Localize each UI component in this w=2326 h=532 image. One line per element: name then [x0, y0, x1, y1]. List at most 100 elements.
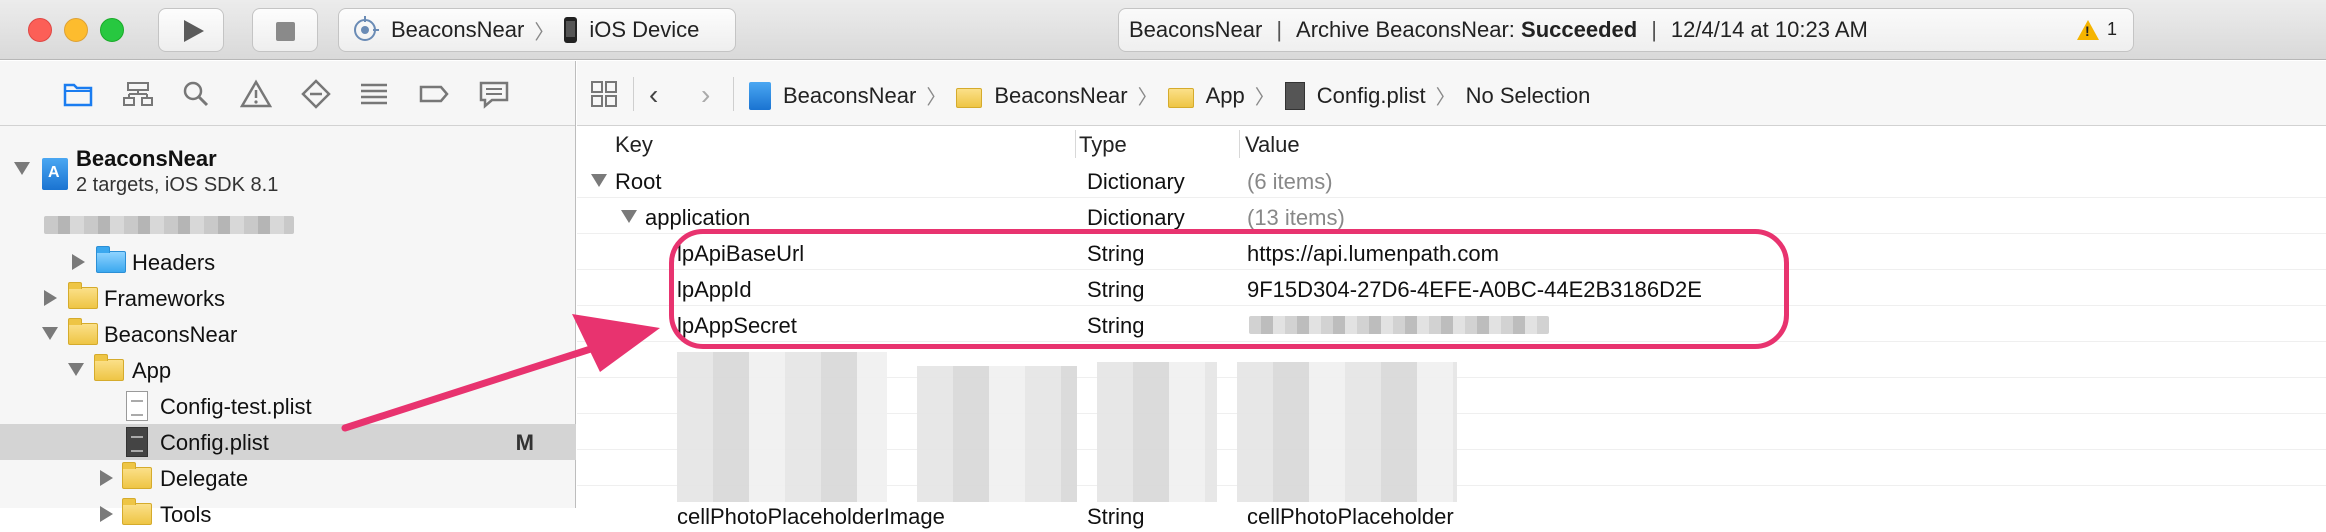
warning-indicator[interactable]: 1 — [2076, 19, 2117, 40]
scheme-destination-label: iOS Device — [589, 17, 700, 42]
table-row[interactable]: Root Dictionary (6 items) — [577, 162, 2326, 198]
redacted-item — [0, 208, 576, 244]
row-type: String — [1087, 241, 1145, 266]
breadcrumb-file[interactable]: Config.plist 〉 — [1284, 81, 1466, 110]
stop-button[interactable] — [252, 8, 318, 52]
activity-status: Succeeded — [1521, 17, 1638, 42]
project-subtitle: 2 targets, iOS SDK 8.1 — [76, 174, 279, 196]
nav-item-tools[interactable]: Tools — [0, 496, 576, 532]
nav-item-config-plist[interactable]: Config.plist M — [0, 424, 576, 460]
row-key: lpAppSecret — [677, 313, 797, 338]
related-items-icon[interactable] — [591, 81, 617, 107]
folder-icon — [96, 246, 126, 273]
folder-icon — [94, 354, 124, 381]
row-type: String — [1087, 313, 1145, 338]
chevron-right-icon: 〉 — [1435, 87, 1456, 109]
plist-file-icon — [1284, 81, 1305, 110]
nav-item-label: BeaconsNear — [104, 322, 238, 347]
forward-button[interactable]: › — [701, 79, 710, 111]
debug-icon[interactable] — [358, 79, 390, 109]
play-icon — [184, 20, 204, 42]
minimize-window-button[interactable] — [64, 18, 88, 42]
nav-item-frameworks[interactable]: Frameworks — [0, 280, 576, 316]
folder-icon — [956, 87, 983, 108]
column-divider[interactable] — [1239, 130, 1240, 158]
row-type: Dictionary — [1087, 205, 1185, 230]
breadcrumb: BeaconsNear 〉 BeaconsNear 〉 App 〉 Config… — [749, 81, 1590, 110]
chevron-right-icon: 〉 — [1137, 87, 1158, 109]
scheme-project-label: BeaconsNear — [391, 17, 525, 42]
warning-icon — [2076, 19, 2099, 40]
disclosure-triangle-icon[interactable] — [621, 210, 637, 223]
nav-item-headers[interactable]: Headers — [0, 244, 576, 280]
nav-item-app[interactable]: App — [0, 352, 576, 388]
xcode-project-icon — [749, 81, 771, 110]
test-icon[interactable] — [300, 79, 332, 109]
jump-bar: ‹ › BeaconsNear 〉 BeaconsNear 〉 App 〉 Co… — [577, 61, 2326, 126]
row-value: (13 items) — [1247, 205, 1345, 230]
table-row[interactable]: lpAppSecret String — [577, 306, 2326, 342]
activity-viewer: BeaconsNear | Archive BeaconsNear: Succe… — [1118, 8, 2134, 52]
breadcrumb-label: BeaconsNear — [994, 82, 1128, 108]
table-row[interactable]: lpApiBaseUrl String https://api.lumenpat… — [577, 234, 2326, 270]
back-button[interactable]: ‹ — [649, 79, 658, 111]
activity-project: BeaconsNear — [1129, 17, 1263, 42]
hierarchy-icon[interactable] — [122, 79, 154, 109]
disclosure-triangle-icon[interactable] — [14, 162, 30, 175]
disclosure-triangle-icon[interactable] — [100, 470, 113, 486]
disclosure-triangle-icon[interactable] — [42, 327, 58, 340]
row-key: application — [645, 205, 751, 230]
plist-file-icon — [126, 427, 148, 457]
redacted-block — [1237, 362, 1457, 502]
warning-count: 1 — [2106, 19, 2117, 39]
log-icon[interactable] — [478, 79, 510, 109]
column-header-value[interactable]: Value — [1245, 132, 1300, 158]
xcode-project-icon — [42, 158, 68, 190]
folder-icon — [122, 462, 152, 489]
search-icon[interactable] — [180, 79, 212, 109]
table-row[interactable]: application Dictionary (13 items) — [577, 198, 2326, 234]
column-divider[interactable] — [1075, 130, 1076, 158]
chevron-right-icon: 〉 — [534, 21, 555, 44]
modified-badge: M — [515, 430, 534, 455]
column-header-key[interactable]: Key — [615, 132, 653, 158]
warning-icon[interactable] — [239, 79, 273, 109]
nav-item-beaconsnear-group[interactable]: BeaconsNear — [0, 316, 576, 352]
redacted-block — [917, 366, 1077, 502]
disclosure-triangle-icon[interactable] — [68, 363, 84, 376]
breadcrumb-selection[interactable]: No Selection — [1466, 83, 1591, 109]
breakpoint-icon[interactable] — [418, 79, 450, 109]
folder-icon[interactable] — [62, 79, 94, 109]
nav-item-label: App — [132, 358, 172, 383]
nav-item-label: Tools — [160, 502, 212, 527]
project-root-item[interactable]: BeaconsNear 2 targets, iOS SDK 8.1 — [0, 142, 576, 204]
breadcrumb-group[interactable]: BeaconsNear 〉 — [956, 81, 1167, 110]
nav-item-label: Headers — [132, 250, 216, 275]
plist-editor: ‹ › BeaconsNear 〉 BeaconsNear 〉 App 〉 Co… — [577, 61, 2326, 529]
breadcrumb-label: App — [1205, 82, 1245, 108]
redacted-value — [1249, 316, 1549, 334]
close-window-button[interactable] — [28, 18, 52, 42]
breadcrumb-app[interactable]: App 〉 — [1167, 81, 1285, 110]
disclosure-triangle-icon[interactable] — [100, 506, 113, 522]
scheme-selector[interactable]: BeaconsNear 〉 iOS Device — [338, 8, 736, 52]
disclosure-triangle-icon[interactable] — [591, 174, 607, 187]
activity-action: Archive BeaconsNear: — [1296, 17, 1522, 42]
run-button[interactable] — [158, 8, 224, 52]
chevron-right-icon: 〉 — [1254, 87, 1275, 109]
row-type: String — [1087, 277, 1145, 302]
project-navigator: BeaconsNear 2 targets, iOS SDK 8.1 Heade… — [0, 61, 576, 527]
table-header: Key Type Value — [577, 126, 2326, 162]
breadcrumb-project[interactable]: BeaconsNear 〉 — [749, 81, 956, 110]
disclosure-triangle-icon[interactable] — [72, 254, 85, 270]
nav-item-delegate[interactable]: Delegate — [0, 460, 576, 496]
navigator-tab-bar — [0, 61, 575, 126]
stop-icon — [276, 22, 295, 41]
nav-item-config-test-plist[interactable]: Config-test.plist — [0, 388, 576, 424]
disclosure-triangle-icon[interactable] — [44, 290, 57, 306]
zoom-window-button[interactable] — [100, 18, 124, 42]
column-header-type[interactable]: Type — [1079, 132, 1127, 158]
table-row[interactable]: lpAppId String 9F15D304-27D6-4EFE-A0BC-4… — [577, 270, 2326, 306]
folder-icon — [68, 318, 98, 345]
breadcrumb-label: BeaconsNear — [783, 82, 917, 108]
